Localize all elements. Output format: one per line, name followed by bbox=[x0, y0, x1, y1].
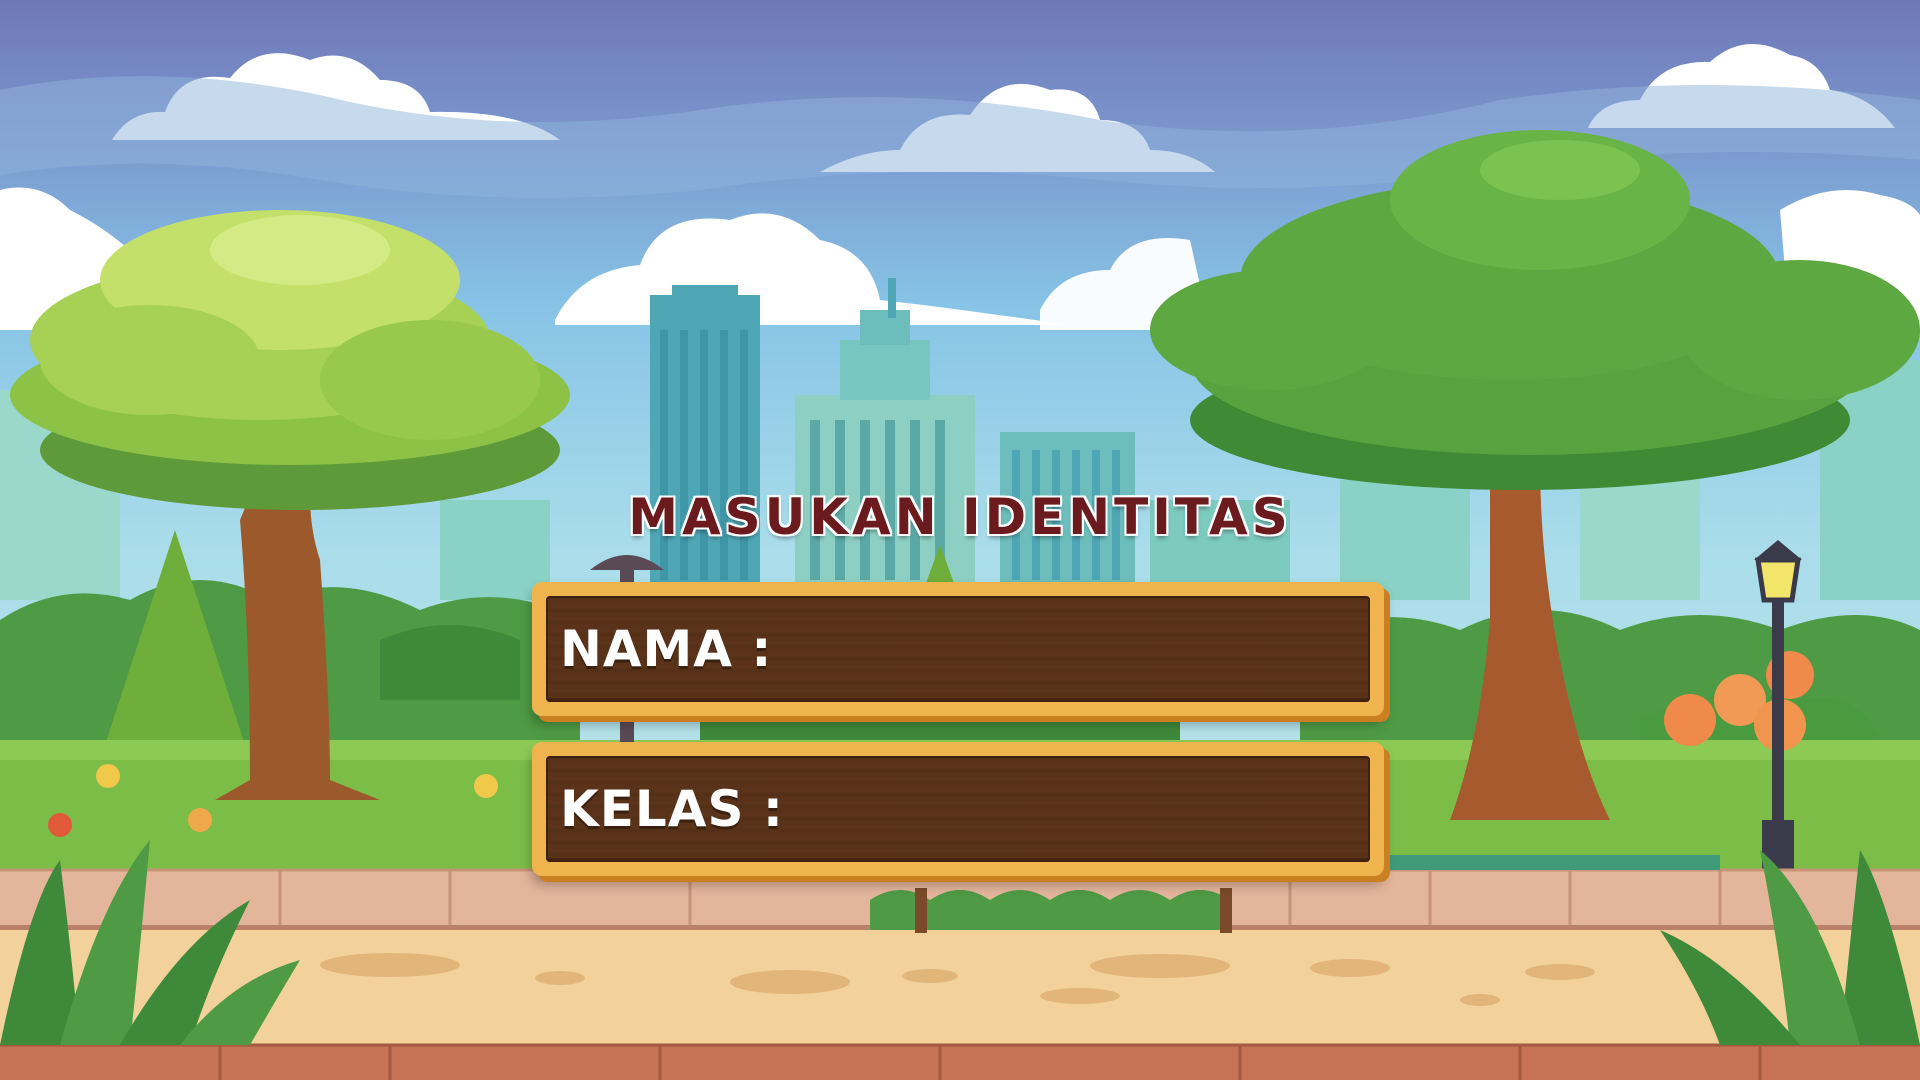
name-input[interactable] bbox=[772, 605, 1402, 693]
class-input[interactable] bbox=[783, 765, 1413, 853]
page-title: MASUKAN IDENTITAS bbox=[628, 488, 1292, 546]
name-field-board: NAMA : bbox=[546, 596, 1402, 702]
name-field-panel: NAMA : bbox=[532, 582, 1402, 716]
class-label: KELAS : bbox=[560, 780, 784, 838]
class-field-panel: KELAS : bbox=[532, 742, 1413, 876]
sand-path bbox=[0, 930, 1920, 1080]
name-label: NAMA : bbox=[560, 620, 773, 678]
class-field-board: KELAS : bbox=[546, 756, 1413, 862]
